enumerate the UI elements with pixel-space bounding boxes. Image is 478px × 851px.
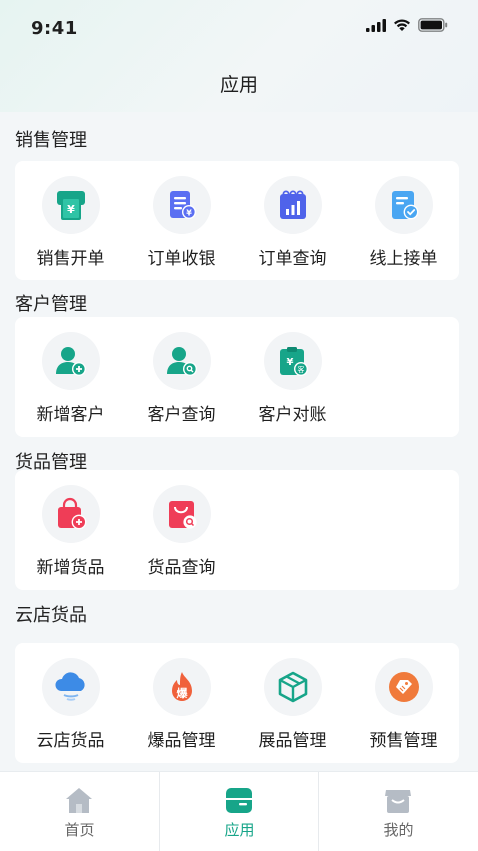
tab-home[interactable]: 首页: [0, 772, 159, 851]
tile-display-goods[interactable]: 展品管理: [237, 643, 348, 755]
flame-icon: 爆: [153, 658, 211, 716]
tab-mine[interactable]: 我的: [319, 772, 478, 851]
section-title-cloud: 云店货品: [15, 605, 87, 626]
tile-hot-goods[interactable]: 爆 爆品管理: [126, 643, 237, 755]
clipboard-reconcile-icon: ¥ 客: [264, 332, 322, 390]
wifi-icon: [394, 19, 410, 31]
store-icon: [383, 785, 413, 815]
shopping-bag-add-icon: [42, 485, 100, 543]
tab-label: 应用: [224, 821, 255, 839]
tile-customer-reconcile[interactable]: ¥ 客 客户对账: [237, 317, 348, 429]
cellular-signal-icon: [366, 18, 386, 32]
tile-label: 销售开单: [36, 249, 105, 269]
tile-label: 客户对账: [258, 405, 327, 425]
bag-search-icon: [153, 485, 211, 543]
tile-sales-order[interactable]: ¥ 销售开单: [15, 161, 126, 273]
tab-label: 我的: [383, 821, 414, 839]
tile-add-customer[interactable]: 新增客户: [15, 317, 126, 429]
svg-text:¥: ¥: [186, 209, 192, 218]
bottom-tab-bar: 首页 应用 我的: [0, 771, 478, 851]
tile-online-orders[interactable]: 线上接单: [348, 161, 459, 273]
cloud-icon: [42, 658, 100, 716]
tile-label: 云店货品: [36, 731, 105, 751]
goods-card: 新增货品 货品查询: [15, 470, 459, 590]
status-icons: [366, 18, 448, 32]
calendar-chart-icon: [264, 176, 322, 234]
tag-icon: [375, 658, 433, 716]
section-title-sales: 销售管理: [15, 130, 87, 151]
tile-label: 货品查询: [147, 558, 216, 578]
home-icon: [64, 785, 94, 815]
cloud-card: 云店货品 爆 爆品管理 展品管理 预售管理: [15, 643, 459, 763]
apps-inbox-icon: [224, 785, 254, 815]
tablet-check-icon: [375, 176, 433, 234]
battery-icon: [418, 18, 448, 32]
tile-cloud-goods[interactable]: 云店货品: [15, 643, 126, 755]
tile-label: 线上接单: [369, 249, 438, 269]
tile-label: 预售管理: [369, 731, 438, 751]
tile-label: 订单查询: [258, 249, 327, 269]
tile-label: 客户查询: [147, 405, 216, 425]
tile-order-cashier[interactable]: ¥ 订单收银: [126, 161, 237, 273]
search-user-icon: [153, 332, 211, 390]
tab-label: 首页: [64, 821, 95, 839]
status-time: 9:41: [31, 18, 78, 39]
tile-label: 新增客户: [36, 405, 105, 425]
tile-goods-query[interactable]: 货品查询: [126, 470, 237, 582]
customer-card: 新增客户 客户查询 ¥ 客 客户对账: [15, 317, 459, 437]
tile-label: 展品管理: [258, 731, 327, 751]
page-title: 应用: [219, 74, 258, 96]
status-bar: 9:41: [0, 0, 478, 56]
tile-customer-query[interactable]: 客户查询: [126, 317, 237, 429]
tile-add-goods[interactable]: 新增货品: [15, 470, 126, 582]
invoice-cash-icon: ¥: [153, 176, 211, 234]
svg-text:客: 客: [298, 365, 305, 374]
add-user-icon: [42, 332, 100, 390]
sales-card: ¥ 销售开单 ¥ 订单收银 订单查询 线上接单: [15, 161, 459, 280]
tab-apps[interactable]: 应用: [160, 772, 319, 851]
cashier-ticket-icon: ¥: [42, 176, 100, 234]
tile-presale[interactable]: 预售管理: [348, 643, 459, 755]
tile-label: 爆品管理: [147, 731, 216, 751]
tile-order-query[interactable]: 订单查询: [237, 161, 348, 273]
tile-label: 新增货品: [36, 558, 105, 578]
section-title-customer: 客户管理: [15, 294, 87, 315]
tile-label: 订单收银: [147, 249, 216, 269]
svg-text:爆: 爆: [177, 686, 189, 700]
box-icon: [264, 658, 322, 716]
svg-text:¥: ¥: [287, 357, 294, 368]
svg-text:¥: ¥: [67, 203, 75, 216]
